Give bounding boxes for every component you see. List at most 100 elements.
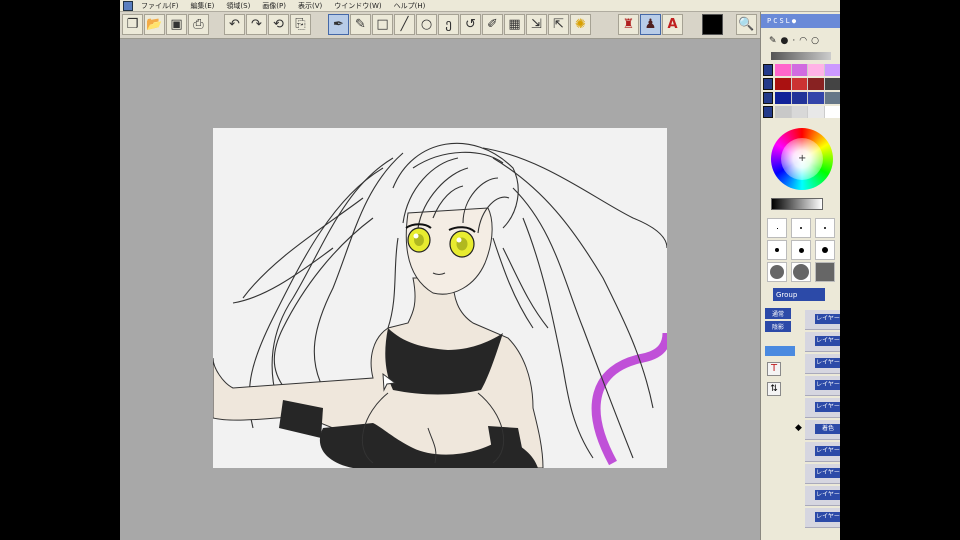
brush-tool-button[interactable]: ✎ — [350, 14, 371, 35]
brush-size-cell[interactable] — [767, 240, 787, 260]
rectangle-tool-button[interactable]: □ — [372, 14, 393, 35]
brush-size-cell[interactable] — [815, 240, 835, 260]
palette-swatch[interactable] — [791, 106, 808, 118]
clipboard-button[interactable]: ⎘ — [290, 14, 311, 35]
palette-swatch[interactable] — [791, 92, 808, 104]
color-wheel[interactable]: + — [771, 128, 833, 190]
brush-size-cell[interactable] — [815, 218, 835, 238]
palette-side-2[interactable] — [763, 78, 773, 90]
layer-clip-icon[interactable]: ⇅ — [767, 382, 781, 396]
print-button[interactable]: ⎙ — [188, 14, 209, 35]
curve-tool-button[interactable]: ↺ — [460, 14, 481, 35]
redo-button[interactable]: ↷ — [246, 14, 267, 35]
layer-name: レイヤー — [815, 380, 840, 390]
layer-lock-icon[interactable]: T — [767, 362, 781, 376]
ellipse-tool-button[interactable]: ○ — [416, 14, 437, 35]
palette-side-1[interactable] — [763, 64, 773, 76]
round-tip-icon[interactable]: ● — [781, 36, 789, 46]
arc-tip-icon[interactable]: ◠ — [799, 36, 807, 46]
layer-item-5[interactable]: レイヤー — [805, 398, 840, 418]
brush-size-cell[interactable] — [791, 262, 811, 282]
stamp-tool-button[interactable]: ♜ — [618, 14, 639, 35]
layer-item-4[interactable]: レイヤー — [805, 376, 840, 396]
grid-tool-button[interactable]: ▦ — [504, 14, 525, 35]
layer-group-select[interactable]: Group — [773, 288, 825, 301]
palette-swatch[interactable] — [808, 92, 825, 104]
menu-image[interactable]: 画像(P) — [256, 1, 292, 11]
menu-view[interactable]: 表示(V) — [292, 1, 328, 11]
crop-tool-button[interactable]: ⇱ — [548, 14, 569, 35]
drawing-canvas[interactable] — [213, 128, 667, 468]
palette-swatch[interactable] — [808, 106, 825, 118]
blend-shadow-button[interactable]: 陰影 — [765, 321, 791, 332]
palette-swatch[interactable] — [824, 64, 840, 76]
menu-edit[interactable]: 編集(E) — [185, 1, 221, 11]
palette-swatch[interactable] — [791, 64, 808, 76]
line-tool-button[interactable]: ╱ — [394, 14, 415, 35]
layer-name: レイヤー — [815, 490, 840, 500]
undo-button[interactable]: ↶ — [224, 14, 245, 35]
canvas-workspace[interactable] — [120, 39, 760, 540]
value-gradient-slider[interactable] — [771, 198, 823, 210]
brush-size-cell[interactable] — [791, 240, 811, 260]
transform-tool-button[interactable]: ⇲ — [526, 14, 547, 35]
menu-selection[interactable]: 領域(S) — [220, 1, 256, 11]
palette-side-4[interactable] — [763, 106, 773, 118]
layer-item-8[interactable]: レイヤー — [805, 464, 840, 484]
palette-swatch[interactable] — [824, 78, 840, 90]
opacity-slider[interactable] — [765, 346, 795, 356]
palette-swatch[interactable] — [791, 78, 808, 90]
layer-item-9[interactable]: レイヤー — [805, 486, 840, 506]
tip-shape-row: ✎ ● · ◠ ○ — [769, 36, 819, 46]
palette-swatch[interactable] — [808, 78, 825, 90]
pencil-tip-icon[interactable]: ✎ — [769, 36, 777, 46]
layer-item-3[interactable]: レイヤー — [805, 354, 840, 374]
palette-swatch[interactable] — [775, 106, 792, 118]
palette-swatch[interactable] — [775, 64, 792, 76]
layer-item-7[interactable]: レイヤー — [805, 442, 840, 462]
effect-button[interactable]: ✺ — [570, 14, 591, 35]
foreground-color-swatch[interactable] — [702, 14, 723, 35]
palette-swatch[interactable] — [824, 92, 840, 104]
save-icon: ▣ — [170, 17, 183, 32]
blend-normal-button[interactable]: 通常 — [765, 308, 791, 319]
circle-tip-icon[interactable]: ○ — [811, 36, 819, 46]
layer-item-1[interactable]: レイヤー — [805, 310, 840, 330]
brush-size-cell[interactable] — [767, 218, 787, 238]
palette-row-2 — [775, 78, 840, 90]
palette-swatch[interactable] — [824, 106, 840, 118]
new-file-button[interactable]: ❐ — [122, 14, 143, 35]
layer-item-6-active[interactable]: ◆ 着色 — [795, 420, 840, 440]
palette-side-3[interactable] — [763, 92, 773, 104]
menu-help[interactable]: ヘルプ(H) — [388, 1, 432, 11]
opacity-bar[interactable] — [771, 52, 831, 60]
text-tool-button[interactable]: A — [662, 14, 683, 35]
layer-item-10[interactable]: レイヤー — [805, 508, 840, 528]
open-button[interactable]: 📂 — [144, 14, 165, 35]
save-button[interactable]: ▣ — [166, 14, 187, 35]
tab-c[interactable]: C — [773, 17, 777, 25]
brush-size-cell[interactable] — [791, 218, 811, 238]
tab-p[interactable]: P — [767, 17, 771, 25]
dot-tip-icon[interactable]: · — [792, 36, 795, 46]
ruler-tool-button[interactable]: ✐ — [482, 14, 503, 35]
menu-window[interactable]: ウインドウ(W) — [328, 1, 387, 11]
fill-tool-button[interactable]: ♟ — [640, 14, 661, 35]
layer-item-2[interactable]: レイヤー — [805, 332, 840, 352]
brush-size-cell[interactable] — [815, 262, 835, 282]
rotate-view-button[interactable]: ⟲ — [268, 14, 289, 35]
menu-file[interactable]: ファイル(F) — [135, 1, 185, 11]
palette-swatch[interactable] — [775, 92, 792, 104]
zoom-button[interactable]: 🔍 — [736, 14, 757, 35]
ellipse-tool-icon: ○ — [420, 17, 433, 32]
brush-size-cell[interactable] — [767, 262, 787, 282]
tab-l[interactable]: L — [786, 17, 790, 25]
pen-tool-button[interactable]: ✒ — [328, 14, 349, 35]
tab-s[interactable]: S — [779, 17, 783, 25]
app-icon[interactable] — [123, 0, 133, 11]
palette-swatch[interactable] — [775, 78, 792, 90]
lasso-tool-button[interactable]: ე — [438, 14, 459, 35]
layer-name: レイヤー — [815, 468, 840, 478]
tab-dot[interactable]: ● — [792, 17, 796, 25]
palette-swatch[interactable] — [808, 64, 825, 76]
